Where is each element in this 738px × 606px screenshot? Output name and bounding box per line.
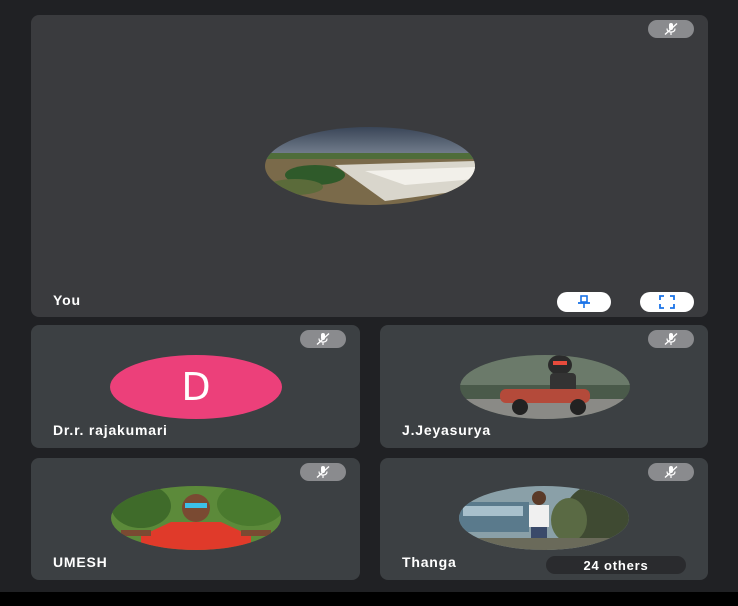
mic-off-badge — [648, 463, 694, 481]
participant-name: J.Jeyasurya — [402, 422, 491, 438]
participant-tile[interactable]: Thanga 24 others — [380, 458, 708, 580]
mic-off-badge — [648, 330, 694, 348]
pin-button[interactable] — [557, 292, 611, 312]
avatar-rider-photo — [460, 355, 630, 419]
participant-name: Thanga — [402, 554, 457, 570]
avatar-person-outdoor-photo — [459, 486, 629, 550]
fullscreen-icon — [659, 295, 675, 309]
mic-off-badge — [300, 463, 346, 481]
participant-tile[interactable]: J.Jeyasurya — [380, 325, 708, 448]
participant-name: Dr.r. rajakumari — [53, 422, 168, 438]
mic-off-badge — [300, 330, 346, 348]
mic-off-icon — [664, 22, 678, 36]
avatar-person-photo — [111, 486, 281, 550]
meeting-grid: You D Dr.r. rajakumari J.Jeyasurya UMESH… — [0, 0, 738, 606]
avatar-self-photo — [265, 127, 475, 205]
participant-name: UMESH — [53, 554, 108, 570]
mic-off-badge — [648, 20, 694, 38]
mic-off-icon — [316, 332, 330, 346]
participant-name: You — [53, 292, 81, 308]
system-nav-bar — [0, 592, 738, 606]
participant-tile[interactable]: UMESH — [31, 458, 360, 580]
pin-icon — [578, 295, 590, 308]
mic-off-icon — [664, 332, 678, 346]
mic-off-icon — [664, 465, 678, 479]
others-count-button[interactable]: 24 others — [546, 556, 686, 574]
avatar-letter: D — [110, 355, 282, 419]
participant-tile[interactable]: D Dr.r. rajakumari — [31, 325, 360, 448]
fullscreen-button[interactable] — [640, 292, 694, 312]
participant-tile-self[interactable]: You — [31, 15, 708, 317]
mic-off-icon — [316, 465, 330, 479]
